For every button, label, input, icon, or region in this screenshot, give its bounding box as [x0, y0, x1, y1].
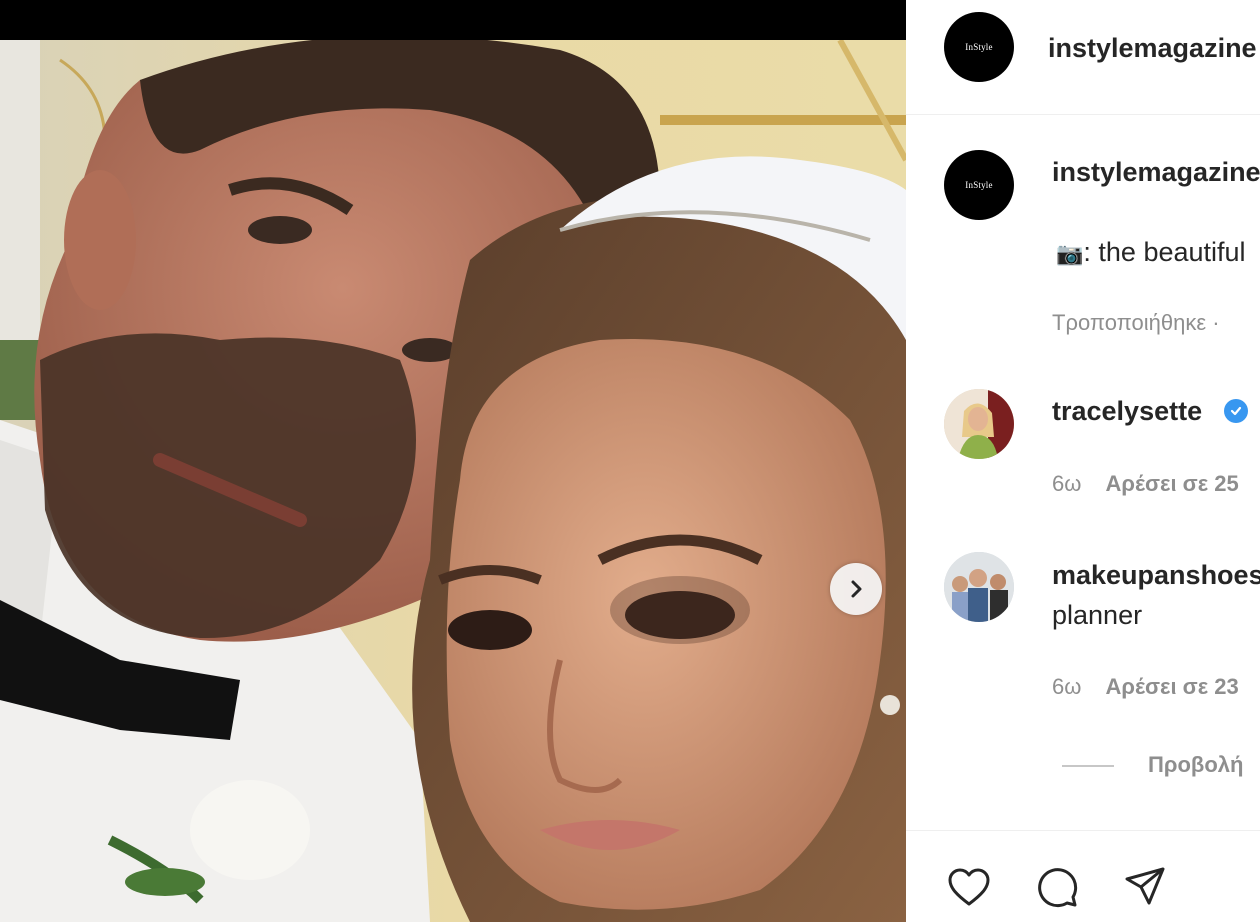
heart-icon [948, 868, 990, 906]
commenter-avatar-makeupanshoes[interactable] [944, 552, 1014, 622]
replies-divider [1062, 765, 1114, 767]
caption-avatar-logo-text: InStyle [965, 180, 993, 190]
comment-likes[interactable]: Αρέσει σε 25 [1106, 471, 1239, 496]
media-top-bar [0, 0, 906, 40]
view-replies-link[interactable]: Προβολή [1148, 752, 1243, 778]
profile-photo [944, 389, 1014, 459]
comment-text: planner [1052, 600, 1143, 630]
paper-plane-icon [1125, 867, 1165, 905]
like-button[interactable] [944, 862, 994, 912]
chevron-right-icon [851, 580, 862, 598]
speech-bubble-icon [1038, 868, 1078, 908]
edited-label: Τροποποιήθηκε · [1052, 310, 1220, 335]
caption-username[interactable]: instylemagazine [1052, 157, 1260, 188]
post-media-pane [0, 0, 906, 922]
header-divider [906, 114, 1260, 115]
comment-username[interactable]: makeupanshoes [1052, 560, 1260, 591]
verified-badge-icon [1224, 399, 1248, 423]
comment-likes[interactable]: Αρέσει σε 23 [1106, 674, 1239, 699]
profile-photo [944, 552, 1014, 622]
caption-body: : the beautiful [1083, 237, 1246, 267]
account-avatar[interactable]: InStyle [944, 12, 1014, 82]
commenter-avatar-tracelysette[interactable] [944, 389, 1014, 459]
actions-divider [906, 830, 1260, 831]
post-side-panel: InStyle instylemagazine InStyle instylem… [906, 0, 1260, 922]
comment-age: 6ω [1052, 674, 1082, 699]
comment-button[interactable] [1032, 862, 1082, 912]
header-username[interactable]: instylemagazine [1048, 33, 1257, 64]
carousel-next-button[interactable] [830, 563, 882, 615]
comment-age: 6ω [1052, 471, 1082, 496]
share-button[interactable] [1120, 862, 1170, 912]
checkmark-icon [1230, 406, 1242, 416]
caption-avatar[interactable]: InStyle [944, 150, 1014, 220]
avatar-logo-text: InStyle [965, 42, 993, 52]
post-photo[interactable] [0, 40, 906, 922]
comment-username[interactable]: tracelysette [1052, 396, 1202, 427]
camera-emoji: 📷 [1056, 241, 1084, 266]
comment-meta: 6ω Αρέσει σε 23 [1052, 674, 1239, 700]
instagram-post-view: InStyle instylemagazine InStyle instylem… [0, 0, 1260, 922]
comment-meta: 6ω Αρέσει σε 25 [1052, 471, 1239, 497]
wedding-selfie-image [0, 40, 906, 922]
caption-text: 📷: the beautiful [1056, 237, 1246, 268]
